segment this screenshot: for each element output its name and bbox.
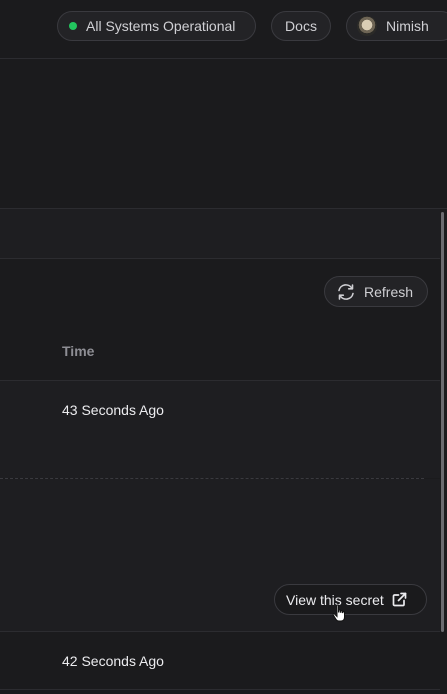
refresh-button[interactable]: Refresh	[324, 276, 428, 307]
hand-cursor-icon	[332, 604, 345, 622]
docs-label: Docs	[285, 18, 317, 34]
row-time: 43 Seconds Ago	[62, 402, 164, 418]
table-row[interactable]: 42 Seconds Ago	[0, 632, 440, 690]
user-menu[interactable]: Nimish	[346, 11, 447, 41]
external-link-icon	[392, 592, 407, 607]
refresh-icon	[338, 283, 354, 300]
status-dot-icon	[69, 22, 77, 30]
status-indicator[interactable]: All Systems Operational	[57, 11, 256, 41]
table-row[interactable]: 43 Seconds Ago	[0, 381, 440, 478]
content-panel	[0, 59, 447, 209]
section-strip	[0, 209, 447, 259]
status-label: All Systems Operational	[86, 18, 236, 34]
scrollbar-thumb[interactable]	[441, 212, 444, 632]
avatar	[357, 16, 377, 36]
row-time: 42 Seconds Ago	[62, 653, 164, 669]
view-secret-button[interactable]: View this secret	[274, 584, 427, 615]
refresh-label: Refresh	[364, 283, 414, 300]
top-bar: All Systems Operational Docs Nimish	[0, 0, 447, 59]
column-header-time[interactable]: Time	[62, 343, 94, 359]
user-name: Nimish	[386, 18, 429, 34]
docs-link[interactable]: Docs	[271, 11, 331, 41]
